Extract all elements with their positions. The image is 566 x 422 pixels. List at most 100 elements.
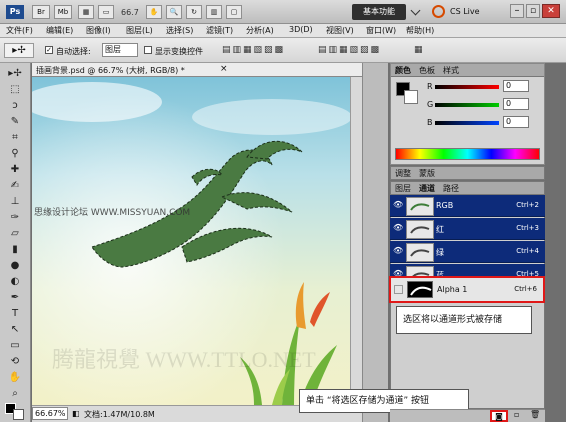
path-select-tool-icon[interactable]: ↖ xyxy=(6,323,24,336)
tab-adjustments[interactable]: 调整 xyxy=(395,168,411,179)
slider-b-label: B xyxy=(427,118,433,127)
canvas[interactable]: 腾龍視覺 WWW.TTLO.NET 思缘设计论坛 WWW.MISSYUAN.CO… xyxy=(32,77,350,405)
application-bar: Ps Br Mb ▦ ▭ 66.7 ✋ 🔍 ↻ ▥ ▢ 基本功能 CS Live… xyxy=(0,0,566,24)
marquee-tool-icon[interactable]: ⬚ xyxy=(6,83,24,96)
document-title: 插画背景.psd @ 66.7% (大树, RGB/8) * xyxy=(36,66,185,75)
menu-filter[interactable]: 滤镜(T) xyxy=(206,25,233,36)
background-color-swatch[interactable] xyxy=(13,409,24,420)
tab-paths[interactable]: 路径 xyxy=(443,183,459,194)
crop-tool-icon[interactable]: ⌗ xyxy=(6,131,24,144)
visibility-eye-icon[interactable]: 👁 xyxy=(393,246,403,256)
tab-layers[interactable]: 图层 xyxy=(395,183,411,194)
minimize-icon[interactable]: – xyxy=(510,4,524,18)
canvas-scrollbar[interactable] xyxy=(350,77,362,405)
channel-row-rgb[interactable]: 👁 RGB Ctrl+2 xyxy=(390,195,545,217)
tab-styles[interactable]: 样式 xyxy=(443,65,459,76)
clone-stamp-tool-icon[interactable]: ⊥ xyxy=(6,195,24,208)
new-channel-icon[interactable]: ▫ xyxy=(514,410,519,419)
workspace-dropdown-icon[interactable] xyxy=(410,5,421,16)
slider-b-track[interactable] xyxy=(435,121,499,125)
auto-select-checkbox[interactable]: ✓ xyxy=(45,46,53,54)
save-selection-as-channel-icon[interactable]: ◙ xyxy=(490,410,508,422)
dodge-tool-icon[interactable]: ◐ xyxy=(6,275,24,288)
menu-file[interactable]: 文件(F) xyxy=(6,25,33,36)
color-spectrum-ramp[interactable] xyxy=(395,148,540,160)
document-tab[interactable]: 插画背景.psd @ 66.7% (大树, RGB/8) * × xyxy=(32,63,362,77)
slider-b-value[interactable]: 0 xyxy=(503,116,529,128)
tab-masks[interactable]: 蒙版 xyxy=(419,168,435,179)
quick-select-tool-icon[interactable]: ✎ xyxy=(6,115,24,128)
document-size: 文档:1.47M/10.8M xyxy=(84,410,155,419)
menu-3d[interactable]: 3D(D) xyxy=(289,25,313,34)
tab-swatches[interactable]: 色板 xyxy=(419,65,435,76)
mini-bridge-button[interactable]: Mb xyxy=(54,5,72,19)
menu-view[interactable]: 视图(V) xyxy=(326,25,354,36)
bridge-button[interactable]: Br xyxy=(32,5,50,19)
cs-live-label[interactable]: CS Live xyxy=(450,7,480,16)
slider-r-track[interactable] xyxy=(435,85,499,89)
view-extras-button[interactable]: ▦ xyxy=(78,5,94,19)
zoom-readout[interactable]: 66.7 xyxy=(121,8,139,17)
zoom-tool-icon-2[interactable]: ⌕ xyxy=(6,387,24,400)
tab-color[interactable]: 颜色 xyxy=(395,65,411,76)
bg-color-box[interactable] xyxy=(404,90,418,104)
restore-icon[interactable]: ▫ xyxy=(526,4,540,18)
channel-thumbnail xyxy=(406,220,434,239)
layers-panel-tabs: 图层 通道 路径 xyxy=(391,182,544,195)
brush-tool-icon[interactable]: ✍ xyxy=(6,179,24,192)
healing-brush-tool-icon[interactable]: ✚ xyxy=(6,163,24,176)
menu-analysis[interactable]: 分析(A) xyxy=(246,25,274,36)
history-brush-tool-icon[interactable]: ✑ xyxy=(6,211,24,224)
show-transform-checkbox[interactable] xyxy=(144,46,152,54)
visibility-toggle[interactable] xyxy=(394,285,403,294)
panel-dock xyxy=(362,63,388,422)
hand-tool-icon-2[interactable]: ✋ xyxy=(6,371,24,384)
slider-g-value[interactable]: 0 xyxy=(503,98,529,110)
lasso-tool-icon[interactable]: ↄ xyxy=(6,99,24,112)
show-transform-label: 显示变换控件 xyxy=(155,47,203,56)
visibility-eye-icon[interactable]: 👁 xyxy=(393,223,403,233)
menu-layer[interactable]: 图层(L) xyxy=(126,25,153,36)
close-window-icon[interactable]: ✕ xyxy=(542,4,560,18)
menu-edit[interactable]: 编辑(E) xyxy=(46,25,73,36)
zoom-tool-icon[interactable]: 🔍 xyxy=(166,5,182,19)
eyedropper-tool-icon[interactable]: ⚲ xyxy=(6,147,24,160)
hand-tool-icon[interactable]: ✋ xyxy=(146,5,162,19)
cs-live-icon[interactable] xyxy=(432,5,445,18)
align-buttons-icon[interactable]: ▤▥▦▧▨▩ xyxy=(222,45,285,55)
3d-rotate-tool-icon[interactable]: ⟲ xyxy=(6,355,24,368)
eraser-tool-icon[interactable]: ▱ xyxy=(6,227,24,240)
type-tool-icon[interactable]: T xyxy=(6,307,24,320)
channel-row-red[interactable]: 👁 红 Ctrl+3 xyxy=(390,218,545,240)
move-tool-icon[interactable]: ▸✢ xyxy=(6,67,24,80)
menu-image[interactable]: 图像(I) xyxy=(86,25,111,36)
move-tool-preset-icon[interactable]: ▸✢ xyxy=(4,43,34,58)
visibility-eye-icon[interactable]: 👁 xyxy=(393,200,403,210)
slider-r-label: R xyxy=(427,82,433,91)
channel-row-alpha[interactable]: Alpha 1 Ctrl+6 xyxy=(389,276,545,303)
tab-channels[interactable]: 通道 xyxy=(419,183,435,194)
zoom-status-field[interactable]: 66.67% xyxy=(32,407,68,420)
rotate-view-icon[interactable]: ↻ xyxy=(186,5,202,19)
zoom-level-icon[interactable]: ▭ xyxy=(98,5,114,19)
pen-tool-icon[interactable]: ✒ xyxy=(6,291,24,304)
blur-tool-icon[interactable]: ● xyxy=(6,259,24,272)
slider-g-track[interactable] xyxy=(435,103,499,107)
menu-help[interactable]: 帮助(H) xyxy=(406,25,434,36)
auto-align-icon[interactable]: ▦ xyxy=(414,45,423,55)
shape-tool-icon[interactable]: ▭ xyxy=(6,339,24,352)
channel-callout: 选区将以通道形式被存储 xyxy=(396,306,532,334)
gradient-tool-icon[interactable]: ▮ xyxy=(6,243,24,256)
screen-mode-icon[interactable]: ▢ xyxy=(226,5,242,19)
slider-r-value[interactable]: 0 xyxy=(503,80,529,92)
status-icon: ◧ xyxy=(72,409,80,418)
workspace-essentials-button[interactable]: 基本功能 xyxy=(352,4,406,20)
channel-row-green[interactable]: 👁 绿 Ctrl+4 xyxy=(390,241,545,263)
distribute-buttons-icon[interactable]: ▤▥▦▧▨▩ xyxy=(318,45,381,55)
close-document-icon[interactable]: × xyxy=(220,64,228,74)
delete-channel-icon[interactable]: 🗑 xyxy=(530,410,540,419)
auto-select-dropdown[interactable]: 图层 xyxy=(102,43,138,57)
arrange-documents-icon[interactable]: ▥ xyxy=(206,5,222,19)
menu-window[interactable]: 窗口(W) xyxy=(366,25,396,36)
menu-select[interactable]: 选择(S) xyxy=(166,25,193,36)
